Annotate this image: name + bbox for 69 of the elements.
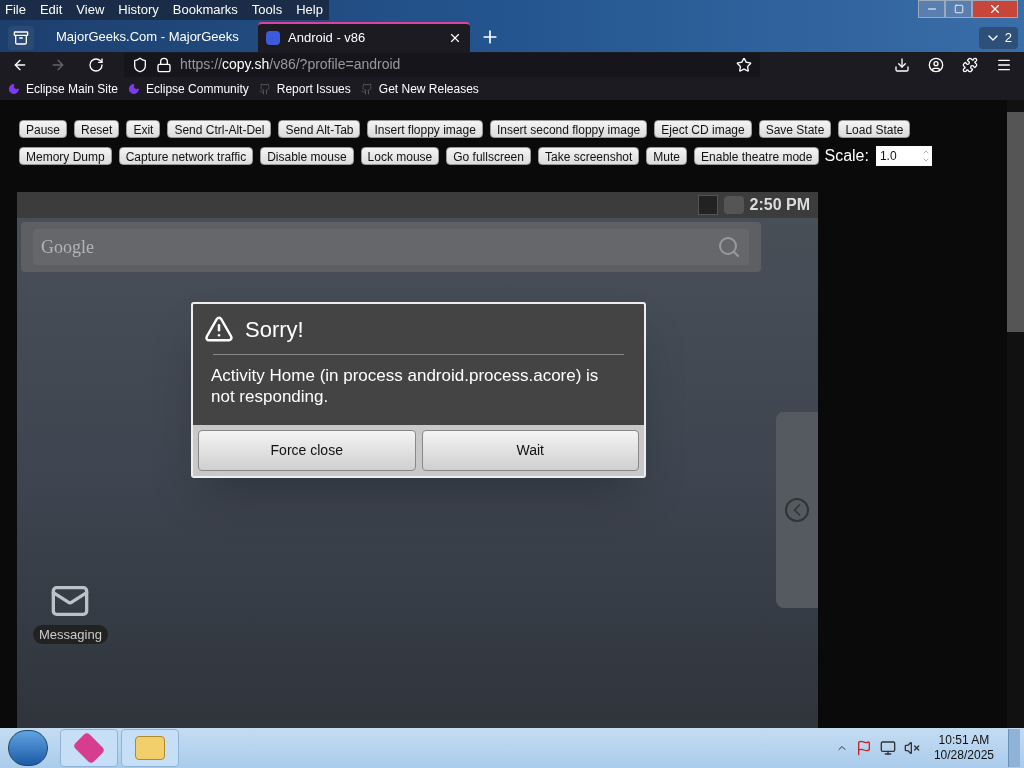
control-button[interactable]: Send Alt-Tab xyxy=(278,120,361,138)
scale-label: Scale: xyxy=(824,146,869,166)
close-icon xyxy=(988,2,1002,16)
drawer-handle[interactable] xyxy=(776,412,818,608)
box-icon xyxy=(13,30,29,46)
taskbar-app-icon[interactable] xyxy=(60,729,118,767)
control-button[interactable]: Capture network traffic xyxy=(118,147,254,165)
taskbar-clock[interactable]: 10:51 AM 10/28/2025 xyxy=(927,733,1000,763)
tab-list-button[interactable] xyxy=(8,26,34,50)
control-button[interactable]: Pause xyxy=(19,120,68,138)
control-button[interactable]: Enable theatre mode xyxy=(694,147,820,165)
extensions-icon[interactable] xyxy=(962,56,978,73)
chevron-left-icon xyxy=(785,498,809,522)
dialog-message: Activity Home (in process android.process.acore) is not responding. xyxy=(210,365,600,408)
control-button[interactable]: Eject CD image xyxy=(654,120,752,138)
app-shortcut[interactable]: Messaging xyxy=(33,580,108,644)
control-button[interactable]: Send Ctrl-Alt-Del xyxy=(167,120,272,138)
bookmark-link[interactable]: Get New Releases xyxy=(360,79,479,98)
control-button[interactable]: Take screenshot xyxy=(537,147,640,165)
shield-icon[interactable] xyxy=(132,56,148,73)
control-button[interactable]: Save State xyxy=(758,120,832,138)
control-button[interactable]: Insert floppy image xyxy=(367,120,483,138)
favicon-icon xyxy=(266,31,280,45)
dialog-button[interactable]: Force close xyxy=(198,430,416,471)
bookmark-star-icon[interactable] xyxy=(736,56,752,73)
start-button[interactable] xyxy=(8,730,48,766)
control-button[interactable]: Disable mouse xyxy=(260,147,354,165)
control-button[interactable]: Lock mouse xyxy=(360,147,440,165)
status-time: 2:50 PM xyxy=(749,195,810,215)
android-screen[interactable]: 2:50 PM Google Messaging Sorry! Activity Home (in process android.process.acore) is not responding. Force close Wait xyxy=(17,192,818,728)
menu-item[interactable]: History xyxy=(118,0,159,20)
flag-icon[interactable] xyxy=(855,740,872,756)
control-button[interactable]: Go fullscreen xyxy=(446,147,531,165)
scrollbar[interactable] xyxy=(1007,100,1024,728)
browser-tab[interactable]: MajorGeeks.Com - MajorGeeks xyxy=(40,22,252,52)
control-button[interactable]: Exit xyxy=(126,120,161,138)
muted-speaker-icon[interactable] xyxy=(903,740,920,756)
menu-item[interactable]: Bookmarks xyxy=(172,0,238,20)
control-button[interactable]: Insert second floppy image xyxy=(489,120,648,138)
control-button[interactable]: Load State xyxy=(838,120,911,138)
warning-icon xyxy=(203,314,235,344)
menu-item[interactable]: Edit xyxy=(39,0,63,20)
control-button[interactable]: Reset xyxy=(74,120,120,138)
menu-item[interactable]: File xyxy=(5,0,26,20)
browser-tab[interactable]: Android - v86 xyxy=(258,22,470,52)
reload-icon[interactable] xyxy=(88,56,104,73)
dialog-title: Sorry! xyxy=(245,315,304,344)
crescent-icon xyxy=(8,82,20,95)
bookmark-link[interactable]: Eclipse Main Site xyxy=(8,79,119,98)
address-bar[interactable]: https://copy.sh/v86/?profile=android xyxy=(124,52,760,77)
control-button[interactable]: Mute xyxy=(646,147,688,165)
account-icon[interactable] xyxy=(928,56,944,73)
menu-item[interactable]: View xyxy=(76,0,105,20)
menu-item[interactable]: Tools xyxy=(251,0,283,20)
bookmark-link[interactable]: Report Issues xyxy=(258,79,351,98)
lock-icon[interactable] xyxy=(156,56,172,73)
tab-title: Android - v86 xyxy=(288,29,366,48)
maximize-button[interactable] xyxy=(945,0,972,18)
control-button[interactable]: Memory Dump xyxy=(19,147,112,165)
tab-title: MajorGeeks.Com - MajorGeeks xyxy=(56,28,239,47)
tab-count-button[interactable]: 2 xyxy=(978,27,1018,49)
maximize-icon xyxy=(953,4,964,14)
download-icon[interactable] xyxy=(894,56,910,73)
bookmark-link[interactable]: Eclipse Community xyxy=(128,79,249,98)
crescent-icon xyxy=(128,82,141,95)
dialog-button[interactable]: Wait xyxy=(421,430,639,471)
network-icon[interactable] xyxy=(879,740,896,756)
close-icon[interactable] xyxy=(448,31,462,45)
menu-item[interactable]: Help xyxy=(296,0,323,20)
